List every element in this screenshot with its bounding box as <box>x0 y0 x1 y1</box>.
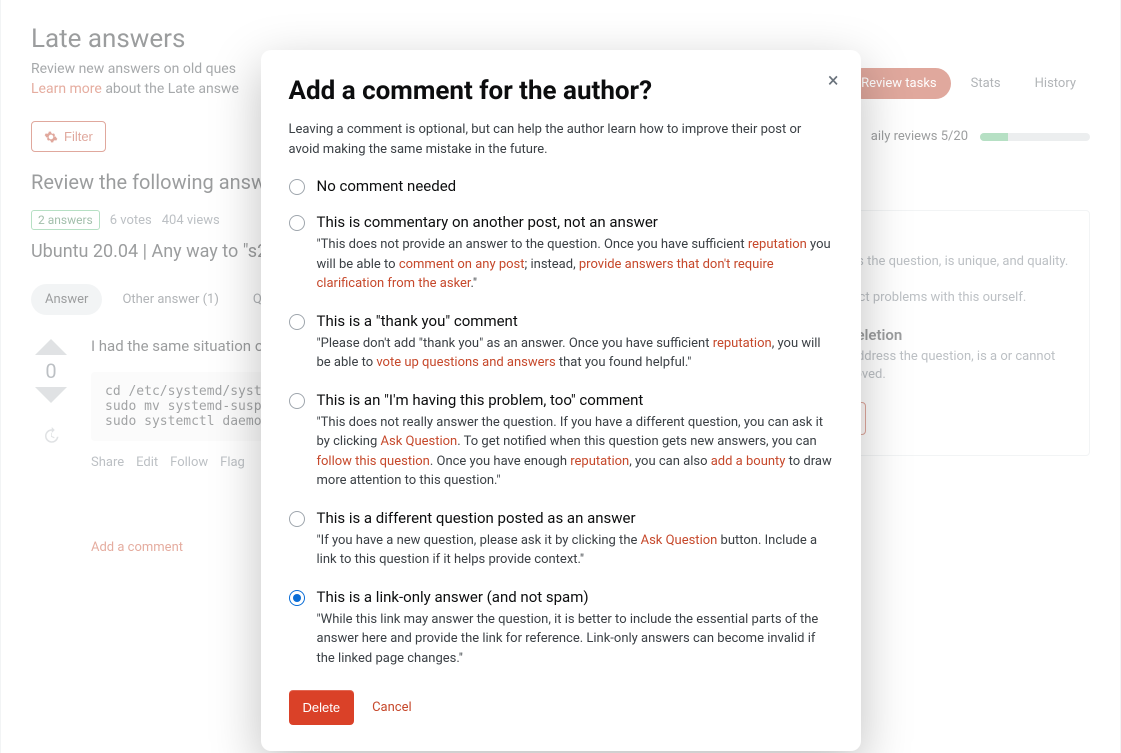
inline-link[interactable]: reputation <box>713 336 772 351</box>
inline-link[interactable]: reputation <box>570 454 629 469</box>
option-label: This is a link-only answer (and not spam… <box>317 588 833 606</box>
inline-link[interactable]: Ask Question <box>641 533 718 548</box>
modal-overlay[interactable]: × Add a comment for the author? Leaving … <box>0 0 1121 753</box>
radio-link-only[interactable] <box>289 590 305 606</box>
radio-no-comment[interactable] <box>289 179 305 195</box>
modal-dialog: × Add a comment for the author? Leaving … <box>261 50 861 751</box>
close-icon[interactable]: × <box>828 70 839 90</box>
option-no-comment[interactable]: No comment needed <box>289 177 833 195</box>
inline-link[interactable]: reputation <box>748 237 807 252</box>
modal-options: No comment needed This is commentary on a… <box>289 177 833 668</box>
modal-actions: Delete Cancel <box>289 690 833 725</box>
option-link-only[interactable]: This is a link-only answer (and not spam… <box>289 588 833 669</box>
inline-link[interactable]: Ask Question <box>381 434 458 449</box>
option-label: No comment needed <box>317 177 833 195</box>
modal-lead: Leaving a comment is optional, but can h… <box>289 120 833 159</box>
delete-button[interactable]: Delete <box>289 690 355 725</box>
radio-commentary[interactable] <box>289 215 305 231</box>
option-label: This is a different question posted as a… <box>317 509 833 527</box>
inline-link[interactable]: vote up questions and answers <box>376 355 555 370</box>
inline-link[interactable]: provide answers that don't require clari… <box>317 257 774 292</box>
cancel-button[interactable]: Cancel <box>372 700 412 715</box>
inline-link[interactable]: follow this question <box>317 454 430 469</box>
option-label: This is an "I'm having this problem, too… <box>317 391 833 409</box>
inline-link[interactable]: add a bounty <box>711 454 786 469</box>
option-desc: "This does not provide an answer to the … <box>317 235 833 294</box>
modal-title: Add a comment for the author? <box>289 76 833 106</box>
option-thank-you[interactable]: This is a "thank you" comment "Please don… <box>289 312 833 373</box>
option-label: This is commentary on another post, not … <box>317 213 833 231</box>
option-different-question[interactable]: This is a different question posted as a… <box>289 509 833 570</box>
option-desc: "If you have a new question, please ask … <box>317 531 833 570</box>
radio-me-too[interactable] <box>289 393 305 409</box>
option-commentary[interactable]: This is commentary on another post, not … <box>289 213 833 294</box>
option-desc: "Please don't add "thank you" as an answ… <box>317 334 833 373</box>
option-desc: "While this link may answer the question… <box>317 610 833 669</box>
radio-different-question[interactable] <box>289 511 305 527</box>
option-label: This is a "thank you" comment <box>317 312 833 330</box>
inline-link[interactable]: comment on any post <box>399 257 525 272</box>
radio-thank-you[interactable] <box>289 314 305 330</box>
option-desc: "This does not really answer the questio… <box>317 413 833 491</box>
option-me-too[interactable]: This is an "I'm having this problem, too… <box>289 391 833 491</box>
